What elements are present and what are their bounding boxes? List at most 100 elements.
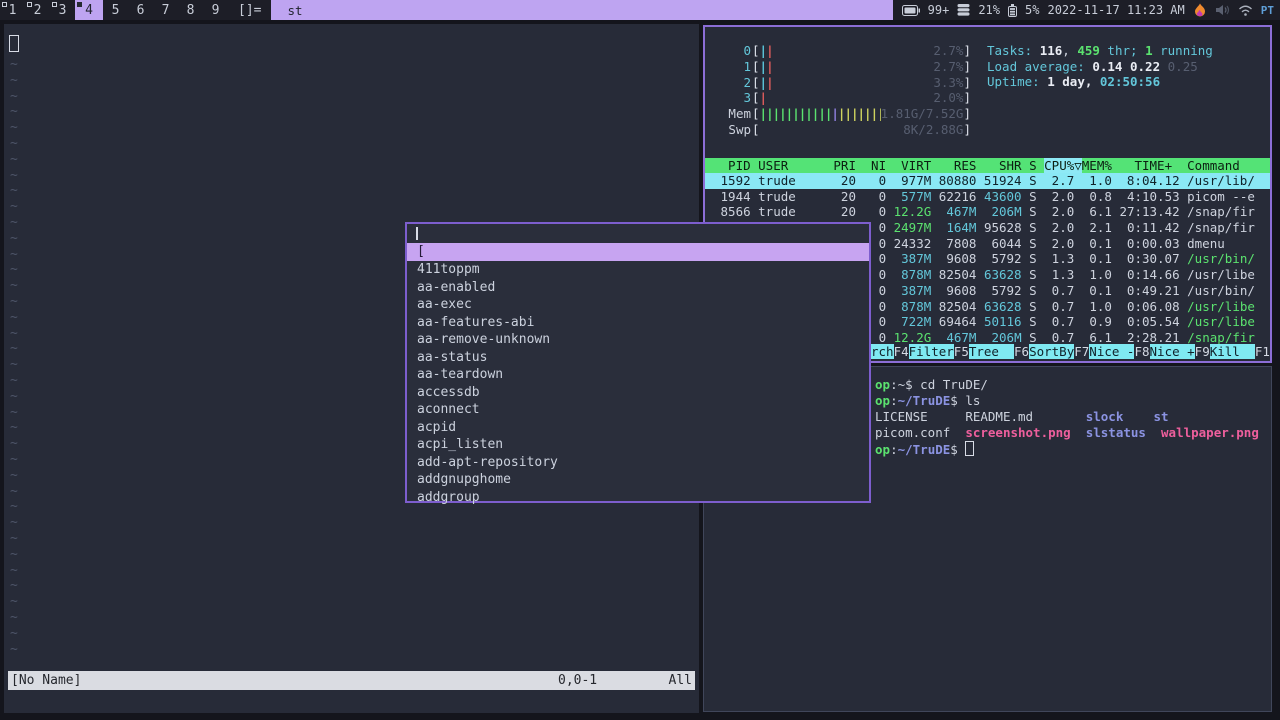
text-segment: 467M [946,329,977,345]
vim-tilde: ~ [10,515,18,531]
text-segment: 0.25 [1167,58,1198,74]
text-caret [416,227,418,240]
dmenu-item[interactable]: aconnect [407,401,869,419]
text-segment: 02:50:56 [1099,74,1161,90]
process-row[interactable]: 8566 trude 20 0 12.2G 467M 206M S 2.0 6.… [705,204,1270,220]
text-segment: F7 [1074,344,1090,359]
meter-row: Mem[||||||||||||||||||||1.81G/7.52G] [721,106,971,122]
vim-tilde: ~ [10,57,18,72]
tag-label: 5 [111,2,120,18]
tag-button-9[interactable]: 9 [203,0,228,20]
dmenu-item[interactable]: aa-enabled [407,279,869,297]
dmenu-item[interactable]: acpid [407,419,869,437]
tag-button-2[interactable]: 2 [25,0,50,20]
vim-tilde: ~ [10,136,18,151]
vim-tilde: ~ [10,246,18,262]
text-segment: Tasks: [987,43,1040,58]
dmenu-item[interactable]: aa-exec [407,296,869,314]
text-segment: picom.conf [875,425,966,440]
dmenu-item[interactable]: add-apt-repository [407,454,869,472]
tag-button-3[interactable]: 3 [50,0,75,20]
htop-table-header[interactable]: PID USER PRI NI VIRT RES SHR S CPU%▽MEM%… [705,158,1270,173]
dmenu-item[interactable]: aa-features-abi [407,314,869,332]
text-segment: 0.14 [1092,58,1130,74]
meter-bracket: ] [963,90,971,106]
text-segment: F6 [1014,344,1030,359]
meter-row: Swp[8K/2.88G] [721,121,971,137]
text-segment: 1592 trude 20 0 977M 80880 51924 S 2.7 1… [713,173,1255,188]
process-row[interactable]: 1592 trude 20 0 977M 80880 51924 S 2.7 1… [705,173,1270,189]
vim-scroll-indicator: All [668,673,692,688]
text-segment: F5 [953,344,969,359]
tag-button-8[interactable]: 8 [178,0,203,20]
flame-icon[interactable] [1193,3,1207,17]
dmenu-item[interactable]: aa-remove-unknown [407,331,869,349]
summary-line: Load average: 0.14 0.22 0.25 [987,59,1213,75]
tag-occupied-indicator [52,2,57,7]
text-segment: ~/TruDE [897,442,951,457]
text-segment: S 0.7 6.1 2:28.21 [1021,329,1188,345]
tag-button-7[interactable]: 7 [153,0,178,20]
terminal-line: LICENSE README.md slock st [875,409,1259,425]
meter-row: 0[|| 2.7%] [721,43,971,59]
dmenu-item[interactable]: addgnupghome [407,471,869,489]
vim-tilde: ~ [10,151,18,167]
dmenu-item[interactable]: aa-teardown [407,366,869,384]
tag-button-1[interactable]: 1 [0,0,25,20]
meter-bracket: ] [963,43,971,59]
vim-filename: [No Name] [11,673,82,688]
text-segment [931,220,946,235]
tag-occupied-indicator [27,2,32,7]
dmenu-launcher[interactable]: [ 411toppm aa-enabled aa-exec aa-features-a… [405,222,871,505]
htop-function-key-bar[interactable]: rchF4FilterF5Tree F6SortByF7Nice -F8Nice… [871,344,1270,359]
vim-tilde: ~ [10,309,18,325]
meter-label: Swp [728,121,751,137]
text-segment: 878M [901,298,932,314]
dmenu-item[interactable]: accessdb [407,384,869,402]
vim-tilde: ~ [10,546,18,562]
vim-tilde: ~ [10,215,18,230]
desktop: 123456789 []= st 99+ 21% 5% 2022-11-17 1… [0,0,1280,720]
volume-icon[interactable] [1215,4,1230,16]
dmenu-item[interactable]: aa-status [407,349,869,367]
vim-tilde: ~ [10,341,18,357]
vim-tilde: ~ [10,436,18,452]
dmenu-item[interactable]: acpi_listen [407,436,869,454]
meter-value: 1.81G/7.52G [880,106,964,122]
text-segment: /snap/fir [1187,329,1255,345]
dmenu-item[interactable]: addgroup [407,489,869,507]
disk-usage: 21% [978,3,1001,17]
meter-bars: || [759,74,774,90]
clock: 2022-11-17 11:23 AM [1047,3,1185,17]
battery-horizontal-icon [901,4,920,16]
vim-tilde: ~ [10,88,18,104]
text-segment: S 2.0 0.8 4:10.53 picom --e [1021,188,1255,204]
tag-label: 1 [8,2,17,18]
meter-label: Mem [728,106,751,122]
dmenu-item[interactable]: 411toppm [407,261,869,279]
tag-button-5[interactable]: 5 [103,0,128,20]
vim-tilde: ~ [10,578,18,594]
keyboard-layout[interactable]: PT [1261,4,1274,17]
dmenu-input[interactable] [407,224,869,243]
text-segment: 63628 [983,298,1022,314]
tag-button-6[interactable]: 6 [128,0,153,20]
tag-button-4[interactable]: 4 [75,0,103,20]
wifi-icon[interactable] [1238,5,1253,16]
text-segment [931,204,946,219]
text-segment: S 1.3 1.0 0:14.66 /usr/libe [1021,267,1255,283]
text-segment: 387M [901,282,932,298]
vim-tilde: ~ [10,104,18,120]
text-segment: :~$ [890,377,921,392]
layout-symbol[interactable]: []= [228,0,271,20]
vim-tilde: ~ [10,120,18,136]
meter-label: 2 [743,74,751,90]
vim-tilde: ~ [10,373,18,388]
process-row[interactable]: 1944 trude 20 0 577M 62216 43600 S 2.0 0… [705,189,1270,205]
meter-label: 3 [743,90,751,106]
text-segment [976,204,991,219]
text-segment: 116 [1039,43,1063,58]
meter-value: 3.3% [933,74,964,90]
dmenu-item-selected[interactable]: [ [407,243,869,261]
text-segment: ls [965,393,981,408]
